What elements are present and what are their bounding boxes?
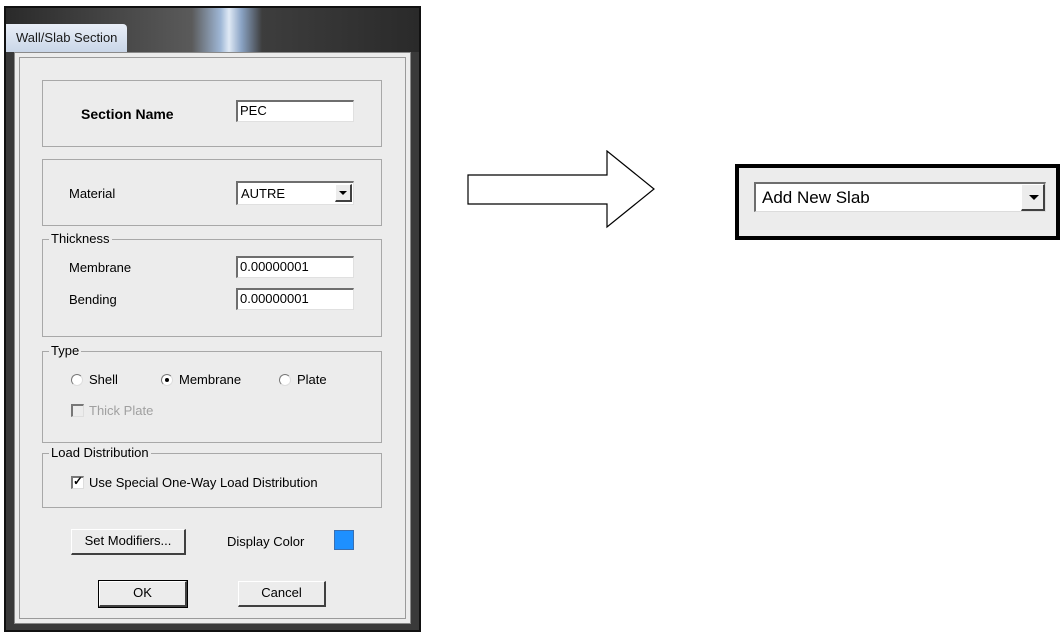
material-dropdown-button[interactable]: [335, 184, 352, 202]
ok-button[interactable]: OK: [98, 580, 188, 608]
right-arrow-icon: [467, 150, 655, 229]
bending-label: Bending: [69, 292, 117, 307]
thickness-group: Thickness Membrane 0.00000001 Bending 0.…: [42, 231, 382, 337]
checkmark-icon: ✓: [73, 474, 84, 488]
load-distribution-legend: Load Distribution: [49, 445, 151, 461]
material-select-value: AUTRE: [241, 186, 286, 201]
shell-radio[interactable]: [71, 374, 83, 386]
thickness-legend: Thickness: [49, 231, 112, 247]
thick-plate-label: Thick Plate: [89, 403, 154, 418]
plate-radio-label[interactable]: Plate: [297, 372, 327, 388]
chevron-down-icon: [1029, 195, 1039, 200]
slab-select-value: Add New Slab: [762, 188, 870, 207]
slab-dropdown-snippet: Add New Slab: [735, 164, 1060, 240]
membrane-label: Membrane: [69, 260, 132, 275]
membrane-radio[interactable]: [161, 374, 173, 386]
slab-select[interactable]: Add New Slab: [754, 182, 1046, 212]
material-select[interactable]: AUTRE: [236, 181, 354, 205]
plate-radio[interactable]: [279, 374, 291, 386]
cancel-button[interactable]: Cancel: [238, 581, 326, 607]
thick-plate-checkbox: [71, 404, 84, 417]
set-modifiers-button[interactable]: Set Modifiers...: [71, 529, 186, 555]
use-special-one-way-checkbox[interactable]: ✓: [71, 474, 84, 489]
section-name-label: Section Name: [81, 106, 174, 122]
display-color-swatch[interactable]: [334, 530, 354, 550]
use-special-one-way-label[interactable]: Use Special One-Way Load Distribution: [89, 475, 318, 491]
membrane-thickness-input[interactable]: 0.00000001: [236, 256, 354, 278]
section-name-group: Section Name PEC: [42, 80, 382, 147]
title-bar[interactable]: Wall/Slab Section: [6, 8, 419, 52]
display-color-label: Display Color: [227, 534, 305, 549]
dialog-client-area: Section Name PEC Material AUTRE Thicknes…: [14, 52, 411, 624]
material-label: Material: [69, 186, 116, 201]
dialog-title: Wall/Slab Section: [6, 24, 128, 52]
type-legend: Type: [49, 343, 82, 359]
radio-selected-dot: [165, 378, 169, 382]
chevron-down-icon: [339, 191, 347, 195]
load-distribution-group: Load Distribution ✓ Use Special One-Way …: [42, 445, 382, 508]
slab-dropdown-button[interactable]: [1021, 184, 1045, 211]
material-group: Material AUTRE: [42, 159, 382, 226]
shell-radio-label[interactable]: Shell: [89, 372, 118, 388]
bending-thickness-input[interactable]: 0.00000001: [236, 288, 354, 310]
type-group: Type Shell Membrane Plate Thick Plate: [42, 343, 382, 443]
dialog-inner-frame: Section Name PEC Material AUTRE Thicknes…: [19, 57, 406, 619]
membrane-radio-label[interactable]: Membrane: [179, 372, 241, 388]
section-name-input[interactable]: PEC: [236, 100, 354, 122]
wall-slab-section-dialog: Wall/Slab Section Section Name PEC Mater…: [4, 6, 421, 632]
